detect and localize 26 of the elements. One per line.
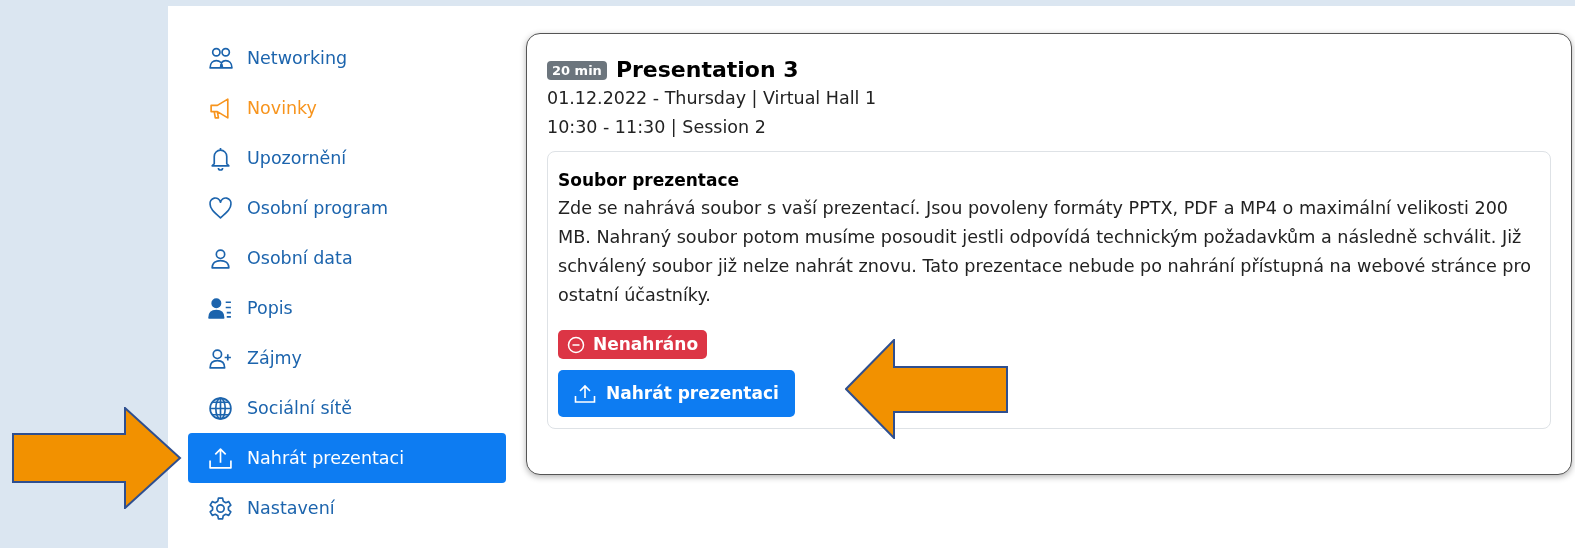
sidebar-item[interactable]: Osobní program [188, 183, 506, 233]
upload-icon [208, 445, 233, 471]
sidebar-item[interactable]: Nastavení [188, 483, 506, 533]
section-heading: Soubor prezentace [558, 169, 740, 192]
time-session: 10:30 - 11:30 | Session 2 [547, 116, 767, 139]
people-icon [208, 45, 233, 71]
duration-badge: 20 min [547, 60, 607, 80]
sidebar-item[interactable]: Zájmy [188, 333, 506, 383]
description: Zde se nahrává soubor s vaší prezentací. Jsou povoleny formáty PPTX, PDF a MP4 o maximální velikosti 200 MB. Nahraný soubor potom musíme posoudit jestli odpovídá technickým požadavkům a následně schválit. Již schválený soubor již nelze nahrát znovu. Tato prezentace nebude po nahrání přístupná na webové stránce pro ostatní účastníky. [558, 197, 1533, 307]
heart-icon [208, 195, 233, 221]
gear-icon [208, 495, 233, 521]
sidebar-item[interactable]: Upozornění [188, 133, 506, 183]
sidebar-item[interactable]: Nahrát prezentaci [188, 433, 506, 483]
sidebar-item[interactable]: Sociální sítě [188, 383, 506, 433]
upload-icon [574, 383, 596, 404]
globe-icon [208, 395, 233, 421]
upload-button[interactable]: Nahrát prezentaci [558, 370, 795, 417]
sidebar-item[interactable]: Popis [188, 283, 506, 333]
minus-circle-icon [567, 335, 585, 354]
date-place: 01.12.2022 - Thursday | Virtual Hall 1 [547, 87, 878, 110]
bell-icon [208, 145, 233, 171]
sidebar-item[interactable]: Osobní data [188, 233, 506, 283]
presentation-title: Presentation 3 [615, 56, 799, 84]
status-badge: Nenahráno [558, 330, 708, 359]
sidebar-item[interactable]: Networking [188, 33, 506, 83]
person-list-icon [208, 295, 233, 321]
